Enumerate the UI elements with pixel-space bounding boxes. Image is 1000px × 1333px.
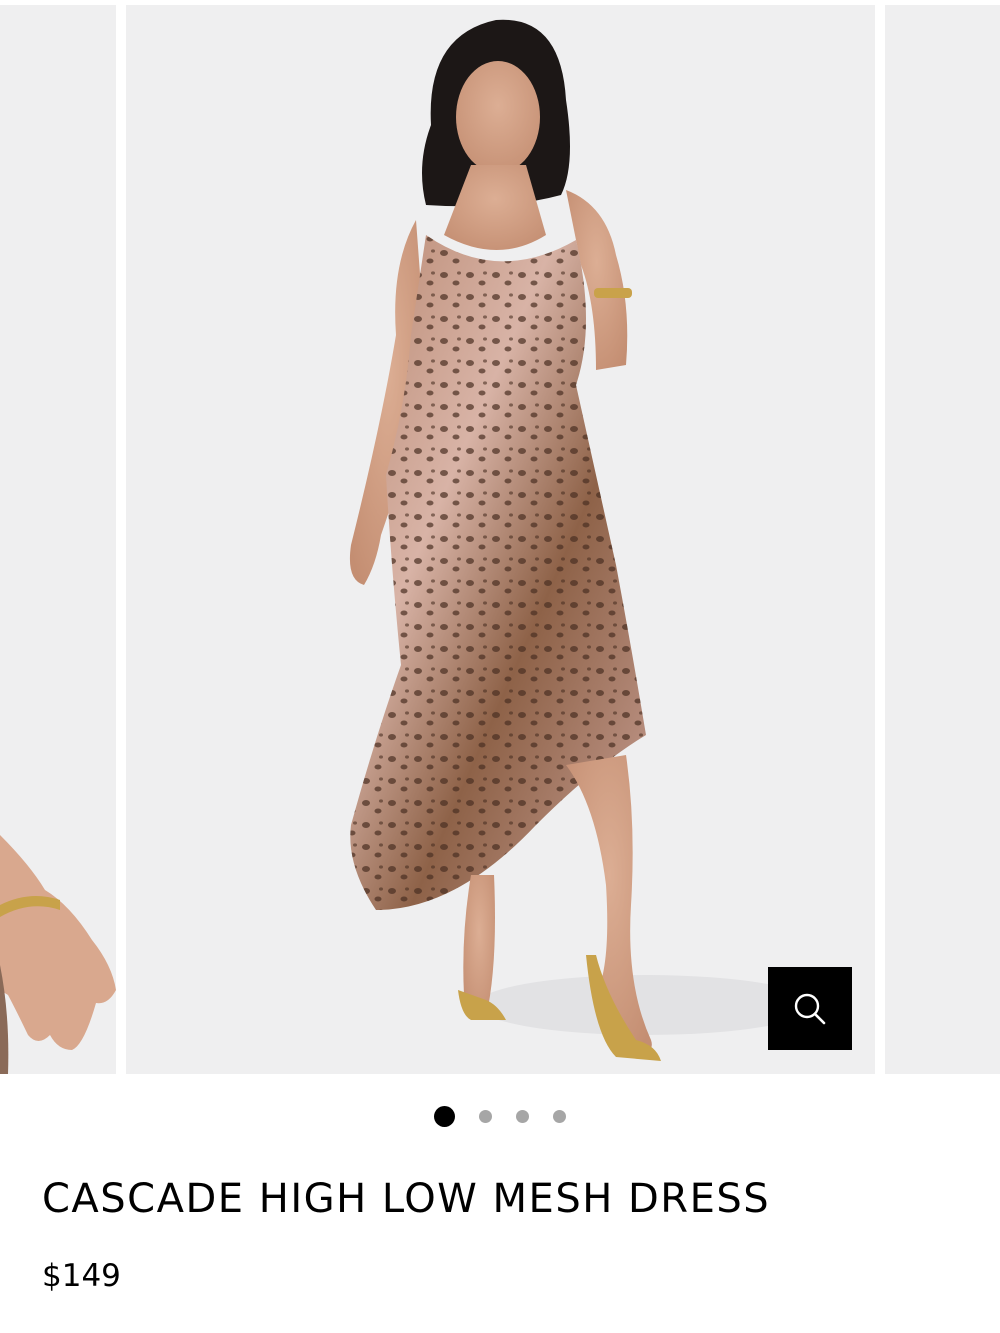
magnifier-icon xyxy=(794,993,826,1024)
zoom-button[interactable] xyxy=(768,967,852,1050)
product-price: $149 xyxy=(42,1258,121,1294)
pagination-dot-4[interactable] xyxy=(553,1110,566,1123)
product-image-next xyxy=(885,5,1000,1074)
product-image-previous xyxy=(0,5,116,1074)
image-carousel[interactable] xyxy=(0,0,1000,1075)
product-title: CASCADE HIGH LOW MESH DRESS xyxy=(42,1176,771,1222)
carousel-slide-next[interactable] xyxy=(885,5,1000,1074)
product-image-main xyxy=(126,5,875,1074)
product-page: CASCADE HIGH LOW MESH DRESS $149 xyxy=(0,0,1000,1333)
pagination-dot-3[interactable] xyxy=(516,1110,529,1123)
carousel-pagination xyxy=(0,1106,1000,1128)
pagination-dot-1[interactable] xyxy=(434,1106,455,1127)
carousel-slide-main[interactable] xyxy=(126,5,875,1074)
carousel-slide-previous[interactable] xyxy=(0,5,116,1074)
pagination-dot-2[interactable] xyxy=(479,1110,492,1123)
